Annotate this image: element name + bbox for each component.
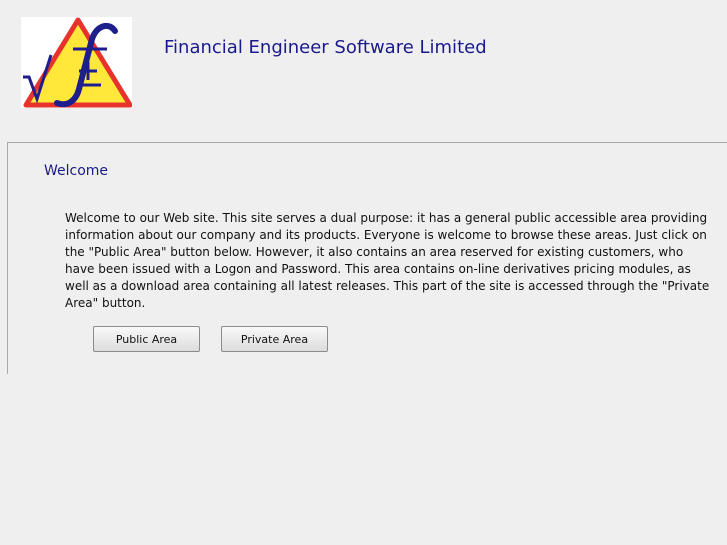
public-area-button[interactable]: Public Area <box>93 326 200 352</box>
intro-text: Welcome to our Web site. This site serve… <box>65 211 710 310</box>
financial-engineer-logo-icon <box>23 17 132 108</box>
welcome-panel: Welcome Welcome to our Web site. This si… <box>7 142 727 374</box>
section-title: Welcome <box>44 163 109 179</box>
private-area-button[interactable]: Private Area <box>221 326 328 352</box>
company-logo <box>21 17 132 108</box>
company-name: Financial Engineer Software Limited <box>164 37 487 58</box>
